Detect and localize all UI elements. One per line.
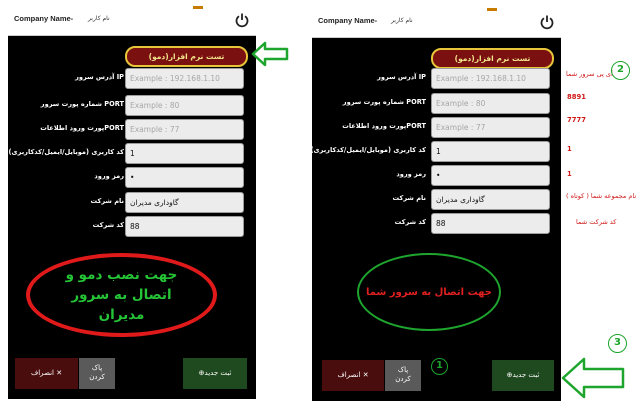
password-input[interactable]: • bbox=[431, 165, 550, 186]
left-app-screen: Company Name- نام کاربر تست نرم افزار(دم… bbox=[8, 6, 256, 399]
company-name-input[interactable]: گاوداری مدیران bbox=[431, 189, 550, 210]
server-port-input[interactable]: Example : 80 bbox=[125, 95, 244, 116]
company-code-input[interactable]: 88 bbox=[125, 216, 244, 237]
clear-button-line1: پاک bbox=[91, 364, 103, 372]
server-connect-callout-text: جهت اتصال به سرور شما bbox=[366, 286, 492, 298]
new-record-button[interactable]: ⊕ثبت جدید bbox=[183, 358, 247, 389]
step-marker-1: 1 bbox=[431, 358, 448, 375]
company-name-input[interactable]: گاوداری مدیران bbox=[125, 192, 244, 213]
clear-button-line1: پاک bbox=[397, 366, 409, 374]
company-code-label: کد شرکت bbox=[92, 221, 124, 229]
clear-button-line2: کردن bbox=[395, 375, 411, 383]
server-ip-label: آدرس سرور IP bbox=[75, 73, 124, 81]
password-input[interactable]: • bbox=[125, 167, 244, 188]
top-bar: Company Name- نام کاربر bbox=[312, 8, 561, 38]
server-ip-row: آدرس سرور IP Example : 192.168.1.10 bbox=[312, 68, 561, 90]
new-record-button[interactable]: ⊕ثبت جدید bbox=[492, 360, 554, 391]
user-name-label: نام کاربر bbox=[88, 15, 110, 22]
user-name-label: نام کاربر bbox=[391, 17, 413, 24]
user-code-label: کد کاربری (موبایل/ایمیل/کدکاربری) bbox=[8, 148, 124, 156]
right-app-screen: Company Name- نام کاربر تست نرم افزار(دم… bbox=[312, 8, 561, 401]
password-label: رمز ورود bbox=[94, 172, 124, 180]
demo-install-callout: جهت نصب دمو و اتصال به سرور مدیران bbox=[26, 253, 217, 337]
server-ip-label: آدرس سرور IP bbox=[377, 73, 426, 81]
annotation-server-port: 8891 bbox=[567, 93, 586, 101]
password-row: رمز ورود • bbox=[312, 165, 561, 187]
arrow-left-icon bbox=[251, 41, 289, 67]
data-port-label: پورت ورود اطلاعاتPORT bbox=[342, 122, 426, 130]
annotation-server-ip: آی پی سرور شما bbox=[566, 70, 613, 78]
top-accent-bar bbox=[487, 8, 497, 11]
company-code-label: کد شرکت bbox=[394, 218, 426, 226]
annotation-company-name: نام مجموعه شما ( کوتاه ) bbox=[566, 192, 637, 200]
data-port-row: پورت ورود اطلاعاتPORT Example : 77 bbox=[8, 119, 256, 141]
password-row: رمز ورود • bbox=[8, 167, 256, 189]
step-marker-3: 3 bbox=[608, 334, 627, 353]
annotation-password: 1 bbox=[567, 170, 572, 178]
user-code-label: کد کاربری (موبایل/ایمیل/کدکاربری) bbox=[312, 146, 426, 154]
data-port-label: پورت ورود اطلاعاتPORT bbox=[40, 124, 124, 132]
company-code-row: کد شرکت 88 bbox=[8, 216, 256, 238]
server-port-row: شماره پورت سرور PORT Example : 80 bbox=[8, 95, 256, 117]
step-marker-2: 2 bbox=[611, 61, 630, 80]
company-name-field-label: نام شرکت bbox=[90, 197, 124, 205]
user-code-row: کد کاربری (موبایل/ایمیل/کدکاربری) 1 bbox=[8, 143, 256, 165]
server-connect-callout: جهت اتصال به سرور شما bbox=[357, 253, 501, 331]
user-code-input[interactable]: 1 bbox=[431, 141, 550, 162]
clear-button-line2: کردن bbox=[89, 373, 105, 381]
data-port-input[interactable]: Example : 77 bbox=[125, 119, 244, 140]
clear-button[interactable]: پاک کردن bbox=[79, 358, 115, 389]
company-code-row: کد شرکت 88 bbox=[312, 213, 561, 235]
annotation-user-code: 1 bbox=[567, 145, 572, 153]
annotation-company-code: کد شرکت شما bbox=[576, 218, 617, 226]
server-port-label: شماره پورت سرور PORT bbox=[342, 98, 426, 106]
data-port-row: پورت ورود اطلاعاتPORT Example : 77 bbox=[312, 117, 561, 139]
demo-test-button[interactable]: تست نرم افزار(دمو) bbox=[431, 48, 554, 69]
company-code-input[interactable]: 88 bbox=[431, 213, 550, 234]
server-ip-input[interactable]: Example : 192.168.1.10 bbox=[431, 68, 550, 89]
user-code-input[interactable]: 1 bbox=[125, 143, 244, 164]
cancel-button[interactable]: انصراف ✕ bbox=[15, 358, 78, 389]
clear-button[interactable]: پاک کردن bbox=[385, 360, 421, 391]
server-ip-row: آدرس سرور IP Example : 192.168.1.10 bbox=[8, 68, 256, 90]
cancel-button[interactable]: انصراف ✕ bbox=[322, 360, 384, 391]
user-code-row: کد کاربری (موبایل/ایمیل/کدکاربری) 1 bbox=[312, 141, 561, 163]
arrow-left-icon bbox=[561, 357, 625, 399]
top-bar: Company Name- نام کاربر bbox=[8, 6, 256, 36]
power-icon[interactable] bbox=[234, 12, 250, 28]
company-name-label: Company Name- bbox=[14, 14, 74, 23]
data-port-input[interactable]: Example : 77 bbox=[431, 117, 550, 138]
server-ip-input[interactable]: Example : 192.168.1.10 bbox=[125, 68, 244, 89]
company-name-row: نام شرکت گاوداری مدیران bbox=[312, 189, 561, 211]
demo-install-callout-text: جهت نصب دمو و اتصال به سرور مدیران bbox=[65, 267, 178, 323]
server-port-row: شماره پورت سرور PORT Example : 80 bbox=[312, 93, 561, 115]
company-name-label: Company Name- bbox=[318, 16, 378, 25]
server-port-label: شماره پورت سرور PORT bbox=[40, 100, 124, 108]
server-port-input[interactable]: Example : 80 bbox=[431, 93, 550, 114]
power-icon[interactable] bbox=[539, 14, 555, 30]
demo-test-button[interactable]: تست نرم افزار(دمو) bbox=[125, 46, 248, 67]
company-name-row: نام شرکت گاوداری مدیران bbox=[8, 192, 256, 214]
company-name-field-label: نام شرکت bbox=[392, 194, 426, 202]
top-accent-bar bbox=[193, 6, 203, 9]
password-label: رمز ورود bbox=[396, 170, 426, 178]
annotation-data-port: 7777 bbox=[567, 116, 586, 124]
